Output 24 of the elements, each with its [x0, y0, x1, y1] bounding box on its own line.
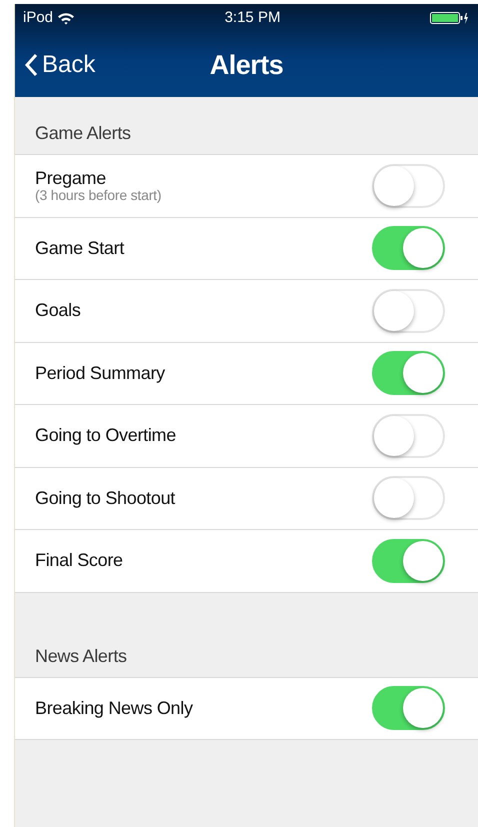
carrier-label: iPod [23, 8, 54, 28]
chevron-left-icon [24, 52, 38, 76]
wifi-icon [57, 12, 76, 24]
toggle-switch[interactable] [372, 538, 445, 583]
setting-label: Pregame [35, 169, 107, 188]
setting-label: Breaking News Only [35, 698, 193, 718]
battery-icon [430, 11, 470, 25]
toggle-switch[interactable] [372, 351, 445, 396]
screen-title: Alerts [210, 49, 284, 80]
setting-label: Final Score [35, 551, 123, 570]
toggle-switch[interactable] [372, 226, 445, 270]
setting-label: Going to Overtime [35, 426, 176, 446]
back-button[interactable]: Back [15, 46, 96, 82]
toggle-switch[interactable] [372, 164, 445, 208]
setting-label: Going to Shootout [35, 488, 176, 508]
setting-label: Game Start [35, 238, 124, 258]
setting-label: Goals [35, 301, 81, 320]
toggle-switch[interactable] [372, 414, 445, 458]
setting-detail: (3 hours before start) [35, 188, 162, 202]
toggle-switch[interactable] [372, 288, 445, 333]
setting-label: Period Summary [35, 364, 165, 383]
toggle-switch[interactable] [372, 686, 445, 730]
time-label: 3:15 PM [224, 8, 280, 28]
toggle-switch[interactable] [372, 476, 445, 520]
